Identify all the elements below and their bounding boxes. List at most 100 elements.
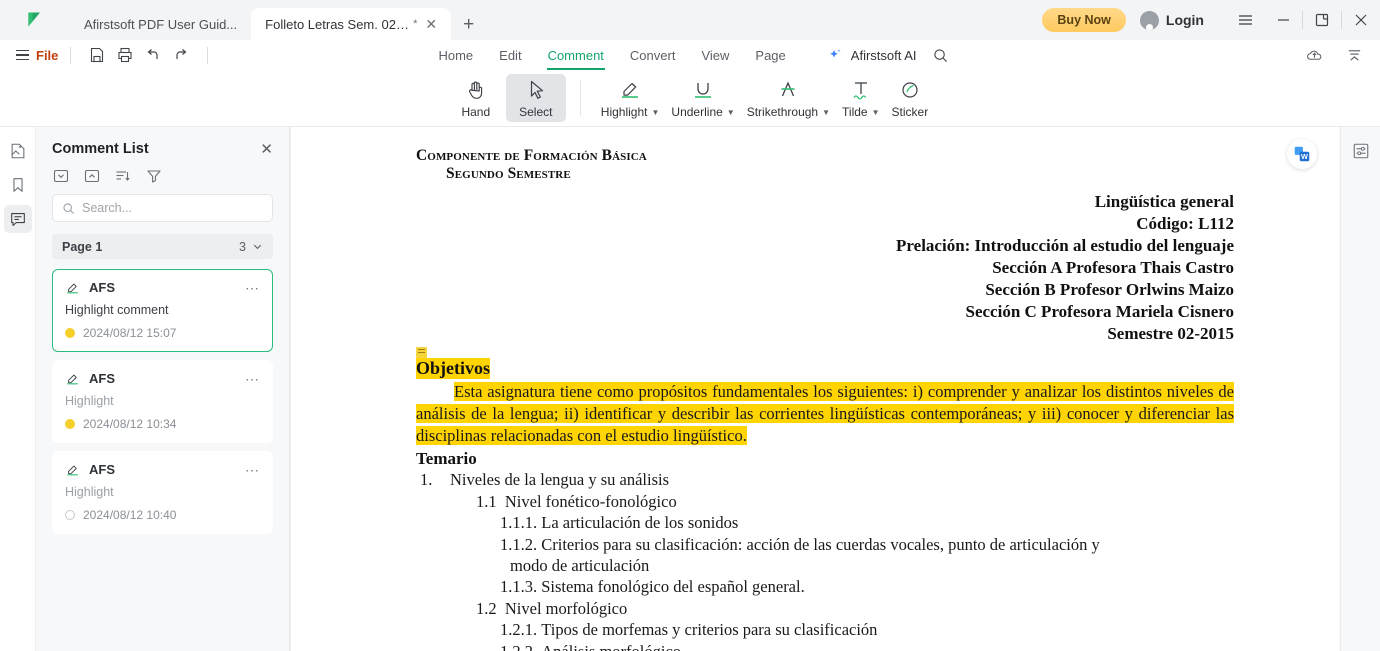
ribbon-sticker-tool[interactable]: Sticker	[886, 74, 935, 122]
page-group-header[interactable]: Page 1 3	[52, 234, 273, 259]
sticky-note-icon[interactable]	[416, 347, 427, 359]
comment-panel-title: Comment List	[52, 141, 149, 157]
svg-text:W: W	[1301, 152, 1308, 161]
divider	[579, 80, 581, 116]
temario-heading: Temario	[416, 449, 477, 469]
comment-panel-header: Comment List ✕	[36, 127, 289, 167]
tab-document-2[interactable]: Folleto Letras Sem. 02-... * ✕	[251, 8, 452, 40]
close-button[interactable]	[1342, 0, 1380, 40]
highlighter-icon	[67, 374, 78, 384]
comment-text: Highlight	[65, 485, 114, 499]
more-options-icon[interactable]: ⋯	[245, 463, 260, 477]
search-button[interactable]	[927, 41, 955, 69]
close-icon[interactable]: ✕	[260, 142, 273, 157]
objetivos-heading[interactable]: Objetivos	[416, 358, 490, 380]
toc-number: 1.	[420, 470, 433, 490]
comment-date: 2024/08/12 10:40	[83, 508, 177, 522]
comment-header: AFS ⋯	[65, 280, 260, 295]
ribbon-select-tool[interactable]: Select	[505, 74, 566, 122]
toc-text: Nivel fonético-fonológico	[504, 491, 677, 511]
tab-page[interactable]: Page	[742, 43, 798, 68]
chevron-down-icon[interactable]: ▼	[727, 108, 735, 117]
tab-home[interactable]: Home	[425, 43, 486, 68]
avatar-icon	[1139, 10, 1159, 30]
new-tab-button[interactable]: +	[463, 15, 474, 34]
rail-thumbnails-button[interactable]	[4, 137, 32, 165]
rail-bookmarks-button[interactable]	[4, 171, 32, 199]
tab-label: Folleto Letras Sem. 02-...	[265, 16, 410, 32]
doc-section-b: Sección B Profesor Orlwins Maizo	[985, 279, 1234, 299]
more-options-icon[interactable]: ⋯	[245, 281, 260, 295]
tab-label: Afirstsoft PDF User Guid...	[84, 16, 238, 32]
ribbon-highlight-tool[interactable]: Highlight ▼	[595, 74, 666, 122]
tab-comment[interactable]: Comment	[535, 43, 617, 70]
minimize-button[interactable]	[1264, 0, 1302, 40]
close-icon	[1355, 14, 1367, 26]
toc-item: 1.1 Nivel fonético-fonológico	[416, 491, 1234, 512]
document-viewer[interactable]: Componente de Formación Básica Segundo S…	[290, 127, 1340, 651]
tab-close-icon[interactable]: ✕	[425, 17, 437, 31]
objetivos-highlighted-text[interactable]: Esta asignatura tiene como propósitos fu…	[416, 382, 1234, 446]
chevron-down-icon[interactable]: ▼	[652, 108, 660, 117]
menubar-right-tools	[1300, 41, 1368, 69]
comment-icon	[10, 213, 25, 227]
cloud-upload-button[interactable]	[1300, 41, 1328, 69]
toc-item-continuation: modo de articulación	[510, 556, 650, 576]
more-options-icon[interactable]: ⋯	[245, 372, 260, 386]
collapse-all-button[interactable]	[83, 167, 100, 184]
tab-document-1[interactable]: Afirstsoft PDF User Guid...	[70, 8, 251, 40]
ribbon-hand-tool[interactable]: Hand	[446, 74, 506, 122]
comment-list-item[interactable]: AFS ⋯ Highlight 2024/08/12 10:40	[52, 451, 273, 534]
toc-item: 1.2 Nivel morfológico	[416, 598, 1234, 619]
comment-list-item[interactable]: AFS ⋯ Highlight comment 2024/08/12 15:07	[52, 269, 273, 352]
sort-button[interactable]	[114, 167, 131, 184]
doc-course-code: Código: L112	[1136, 213, 1234, 233]
comment-text: Highlight comment	[65, 303, 169, 317]
properties-panel-button[interactable]	[1349, 139, 1373, 163]
sort-icon	[116, 170, 130, 181]
tab-edit[interactable]: Edit	[486, 43, 534, 68]
search-icon	[63, 202, 74, 214]
toc-item: 1.1.1. La articulación de los sonidos	[416, 512, 1234, 533]
chevron-down-icon[interactable]	[252, 241, 263, 252]
highlighter-icon	[67, 283, 78, 293]
buy-now-button[interactable]: Buy Now	[1042, 8, 1126, 32]
filter-button[interactable]	[145, 167, 162, 184]
restore-button[interactable]	[1303, 0, 1341, 40]
comment-date: 2024/08/12 10:34	[83, 417, 177, 431]
workspace: Comment List ✕ Search... Page 1 3 AFS ⋯ …	[0, 127, 1380, 651]
ribbon-strikethrough-tool[interactable]: Strikethrough ▼	[741, 74, 836, 122]
highlighter-icon	[622, 82, 639, 98]
convert-to-word-button[interactable]: W	[1287, 139, 1317, 169]
comment-search-box[interactable]	[52, 194, 273, 222]
search-input[interactable]	[82, 201, 263, 215]
ribbon-underline-tool[interactable]: Underline ▼	[665, 74, 740, 122]
doc-header-line-2: Segundo Semestre	[446, 165, 571, 182]
afirstsoft-leaf-logo-icon	[28, 12, 40, 27]
afirstsoft-ai-button[interactable]: Afirstsoft AI	[827, 47, 917, 63]
toc-text: Criterios para su clasificación: acción …	[541, 534, 1100, 554]
rail-comments-button[interactable]	[3, 205, 32, 233]
comment-date: 2024/08/12 15:07	[83, 326, 177, 340]
menu-bar: File Home Edit Comment Convert View Page…	[0, 40, 1380, 70]
tab-view[interactable]: View	[688, 43, 742, 68]
toc-number: 1.1.3.	[500, 577, 538, 597]
properties-panel-icon	[1353, 143, 1368, 159]
expand-all-button[interactable]	[52, 167, 69, 184]
ribbon-item-label: Select	[519, 105, 553, 119]
comment-author-name: AFS	[89, 280, 115, 295]
login-label: Login	[1165, 12, 1204, 28]
main-menu-button[interactable]	[1226, 0, 1264, 40]
chevron-down-icon[interactable]: ▼	[822, 108, 830, 117]
comment-list-item[interactable]: AFS ⋯ Highlight 2024/08/12 10:34	[52, 360, 273, 443]
login-button[interactable]: Login	[1139, 10, 1204, 30]
comment-list-panel: Comment List ✕ Search... Page 1 3 AFS ⋯ …	[36, 127, 290, 651]
doc-semester: Semestre 02-2015	[1107, 323, 1234, 343]
ribbon-tilde-tool[interactable]: Tilde ▼	[836, 74, 886, 122]
collapse-ribbon-button[interactable]	[1340, 41, 1368, 69]
tab-convert[interactable]: Convert	[617, 43, 689, 68]
comment-author: AFS	[65, 462, 115, 477]
objetivos-paragraph[interactable]: Esta asignatura tiene como propósitos fu…	[416, 381, 1234, 447]
strikethrough-icon	[781, 81, 795, 97]
chevron-down-icon[interactable]: ▼	[872, 108, 880, 117]
